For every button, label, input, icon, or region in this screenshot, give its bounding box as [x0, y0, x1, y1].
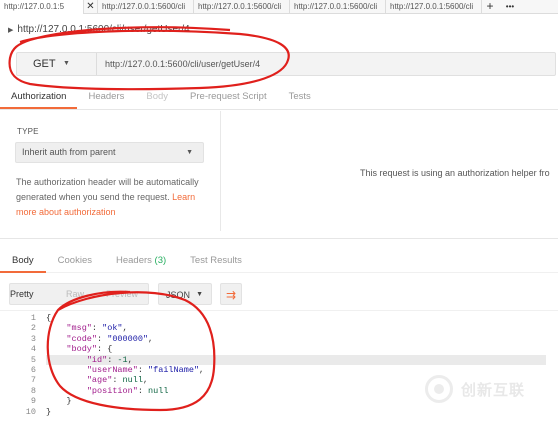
tab-label: http://127.0.0.1:5600/cli — [390, 2, 474, 11]
tab-authorization[interactable]: Authorization — [0, 86, 78, 109]
line-number: 4 — [30, 344, 36, 355]
raw-button[interactable]: Raw — [66, 283, 84, 305]
divider — [0, 238, 558, 239]
preview-button[interactable]: Preview — [106, 283, 138, 305]
code-line: "msg": "ok", — [66, 323, 128, 334]
request-tab[interactable]: http://127.0.0.1:5600/cli — [194, 0, 290, 14]
method-select[interactable]: GET ▼ — [17, 53, 97, 75]
tab-test-results[interactable]: Test Results — [178, 249, 254, 273]
code-line: "code": "000000", — [66, 333, 154, 344]
tab-headers[interactable]: Headers — [77, 86, 135, 109]
url-bar: GET ▼ http://127.0.0.1:5600/cli/user/get… — [16, 52, 556, 76]
line-number: 10 — [25, 406, 36, 417]
request-tab[interactable]: http://127.0.0.1:5600/cli — [386, 0, 482, 14]
code-line: } — [46, 406, 52, 417]
line-number: 6 — [30, 364, 36, 375]
tab-tests[interactable]: Tests — [278, 86, 322, 109]
line-number: 8 — [30, 385, 36, 396]
tab-strip: http://127.0.0.1:5 ✕ http://127.0.0.1:56… — [0, 0, 558, 14]
tab-response-body[interactable]: Body — [0, 249, 46, 273]
chevron-down-icon: ▼ — [186, 149, 193, 156]
request-tab[interactable]: http://127.0.0.1:5600/cli — [290, 0, 386, 14]
tab-response-headers[interactable]: Headers (3) — [104, 249, 178, 273]
tab-label: http://127.0.0.1:5600/cli — [102, 2, 186, 11]
auth-type-label: TYPE — [17, 127, 39, 136]
url-input[interactable]: http://127.0.0.1:5600/cli/user/getUser/4 — [105, 53, 260, 75]
request-tab[interactable]: http://127.0.0.1:5600/cli — [98, 0, 194, 14]
line-number: 9 — [30, 396, 36, 407]
wrap-lines-icon[interactable]: ⇉ — [220, 283, 242, 305]
breadcrumb-text: http://127.0.0.1:5600/cli/user/getUser/4 — [17, 24, 190, 35]
headers-label: Headers — [115, 255, 152, 266]
tab-cookies[interactable]: Cookies — [46, 249, 104, 273]
add-tab-button[interactable]: + — [482, 0, 498, 14]
tab-label: http://127.0.0.1:5600/cli — [198, 2, 282, 11]
watermark: 创新互联 — [425, 375, 525, 403]
line-number: 3 — [30, 333, 36, 344]
breadcrumb[interactable]: ▶ http://127.0.0.1:5600/cli/user/getUser/… — [8, 24, 190, 35]
auth-panel: TYPE Inherit auth from parent ▼ The auth… — [0, 111, 221, 231]
response-tabs: Body Cookies Headers (3) Test Results — [0, 249, 558, 273]
more-tabs-button[interactable]: ••• — [498, 0, 522, 14]
pretty-button[interactable]: Pretty — [10, 283, 34, 305]
tab-pre-request-script[interactable]: Pre-request Script — [179, 86, 278, 109]
tab-body[interactable]: Body — [135, 86, 179, 109]
tab-label: http://127.0.0.1:5600/cli — [294, 2, 378, 11]
request-tabs: Authorization Headers Body Pre-request S… — [0, 86, 558, 110]
code-line: { — [46, 313, 52, 323]
line-number-gutter: 1 2 3 4 5 6 7 8 9 10 — [0, 313, 40, 417]
request-tab[interactable]: http://127.0.0.1:5 — [0, 0, 84, 14]
line-number: 1 — [30, 313, 36, 323]
response-body-editor[interactable]: 1 2 3 4 5 6 7 8 9 10 { "msg": "ok", "code": "0000… — [0, 310, 558, 420]
auth-type-select[interactable]: Inherit auth from parent ▼ — [15, 142, 204, 163]
auth-helper-text: This request is using an authorization h… — [360, 168, 550, 178]
line-number: 2 — [30, 323, 36, 334]
format-label: JSON — [166, 290, 191, 300]
line-number: 5 — [30, 354, 36, 365]
watermark-text: 创新互联 — [461, 381, 526, 399]
auth-description: The authorization header will be automat… — [16, 175, 212, 220]
method-label: GET — [33, 58, 56, 70]
response-view-bar: Pretty Raw Preview JSON ▼ ⇉ — [0, 283, 558, 305]
chevron-down-icon: ▼ — [63, 60, 70, 67]
line-number: 7 — [30, 375, 36, 386]
close-icon[interactable]: ✕ — [84, 0, 98, 14]
tab-label: http://127.0.0.1:5 — [4, 2, 65, 11]
auth-type-value: Inherit auth from parent — [22, 147, 116, 157]
code-line: "body": { — [66, 344, 113, 355]
caret-right-icon: ▶ — [8, 27, 14, 34]
code-line: "id": -1, — [46, 354, 546, 365]
chevron-down-icon: ▼ — [196, 291, 203, 298]
format-select[interactable]: JSON ▼ — [158, 283, 212, 305]
headers-count-badge: (3) — [154, 255, 167, 266]
watermark-logo-icon — [425, 375, 453, 403]
code-line: "userName": "failName", — [86, 364, 205, 375]
